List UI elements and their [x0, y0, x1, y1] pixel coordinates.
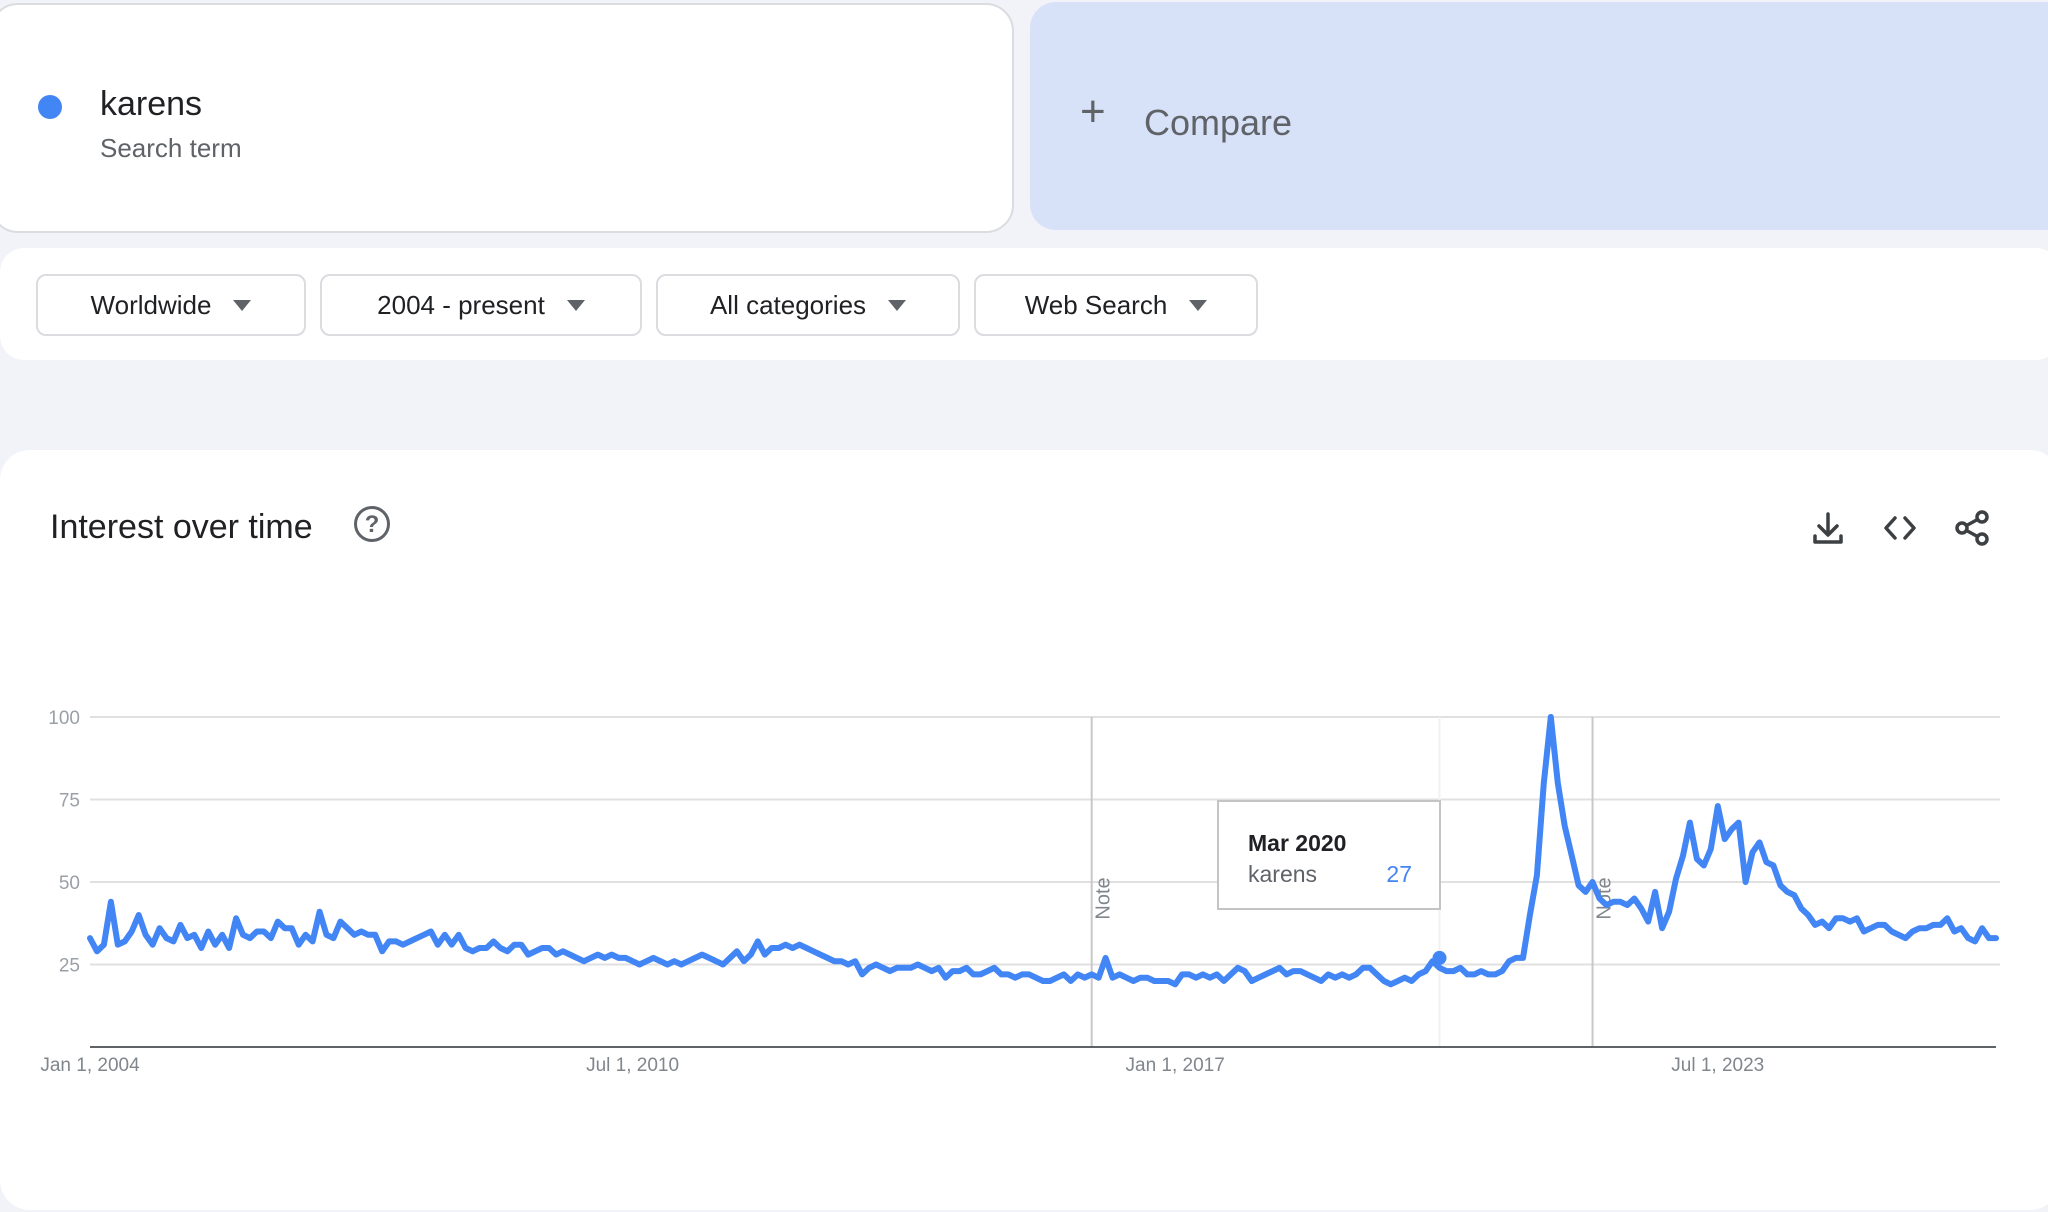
caret-down-icon: [233, 299, 252, 311]
caret-down-icon: [566, 299, 585, 311]
y-tick-label: 75: [59, 791, 80, 812]
interest-line-chart[interactable]: 255075100Note NoteJan 1, 2004 Jul 1, 2010 J…: [0, 450, 2048, 1210]
highlight-point: [1432, 950, 1447, 965]
compare-button[interactable]: + Compare: [1030, 2, 2048, 230]
search-term-card[interactable]: karens Search term: [0, 3, 1014, 233]
tooltip-date: Mar 2020: [1248, 830, 1346, 856]
series-line-karens: [87, 714, 1999, 988]
region-filter-label: Worldwide: [90, 289, 212, 320]
y-tick-label: 50: [59, 873, 80, 894]
y-tick-label: 100: [48, 708, 80, 729]
x-tick-label: Jul 1, 2010: [586, 1055, 679, 1076]
search-term-name[interactable]: karens: [100, 85, 202, 124]
x-tick-label: Jan 1, 2017: [1126, 1055, 1225, 1076]
series-color-dot: [38, 95, 62, 119]
plus-icon: +: [1080, 87, 1106, 136]
search-term-subtitle: Search term: [100, 133, 242, 163]
note-label: Note: [1093, 877, 1115, 919]
x-tick-label: Jan 1, 2004: [40, 1055, 140, 1076]
y-tick-label: 25: [59, 956, 80, 977]
filter-bar: Worldwide 2004 - present All categories …: [0, 248, 2048, 360]
time-range-dropdown[interactable]: 2004 - present: [320, 274, 642, 336]
interest-over-time-card: Interest over time ? 25 50 75 100 Note Note Ja…: [0, 450, 2048, 1210]
search-type-label: Web Search: [1024, 289, 1168, 320]
compare-label: Compare: [1144, 102, 1293, 143]
search-type-dropdown[interactable]: Web Search: [974, 274, 1258, 336]
region-filter-dropdown[interactable]: Worldwide: [36, 274, 306, 336]
caret-down-icon: [1189, 299, 1208, 311]
category-dropdown[interactable]: All categories: [656, 274, 960, 336]
x-tick-label: Jul 1, 2023: [1671, 1055, 1764, 1076]
category-label: All categories: [709, 289, 867, 320]
caret-down-icon: [888, 299, 907, 311]
tooltip-value: 27: [1386, 861, 1412, 887]
time-range-label: 2004 - present: [377, 289, 545, 320]
tooltip-term: karens: [1248, 861, 1317, 887]
